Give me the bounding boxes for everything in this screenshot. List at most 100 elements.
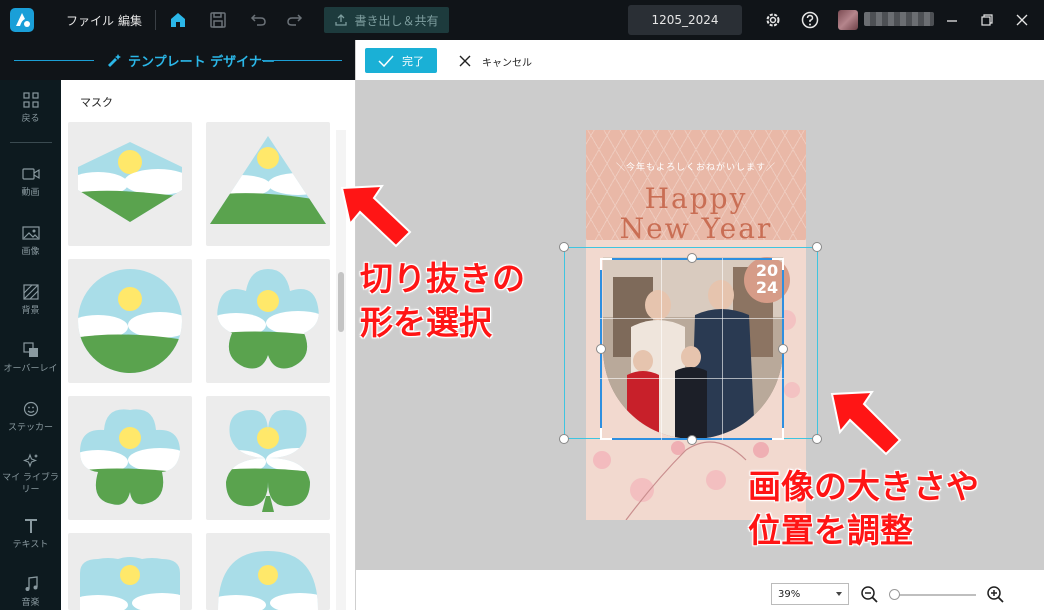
crop-handle-top[interactable] <box>687 253 697 263</box>
close-window-icon[interactable] <box>1012 10 1032 30</box>
background-icon <box>22 284 39 300</box>
music-icon <box>25 576 38 591</box>
cancel-label: キャンセル <box>482 57 532 69</box>
restore-icon[interactable] <box>977 10 997 30</box>
mask-tile-blob-flower[interactable] <box>68 396 192 520</box>
mask-panel-title: マスク <box>80 96 113 109</box>
resize-handle-tl[interactable] <box>559 242 569 252</box>
header-line-right <box>262 60 342 61</box>
upload-icon <box>335 14 348 26</box>
home-icon[interactable] <box>168 10 188 30</box>
zoom-slider-knob[interactable] <box>889 589 900 600</box>
rail-label: オーバーレイ <box>3 364 58 374</box>
minimize-icon[interactable] <box>942 10 962 30</box>
mask-tile-dome[interactable] <box>206 533 330 610</box>
checkmark-icon <box>378 54 394 67</box>
resize-handle-tr[interactable] <box>812 242 822 252</box>
rail-label: 戻る <box>21 114 40 124</box>
rail-label: 画像 <box>21 247 40 257</box>
template-designer-header: テンプレート デザイナー <box>0 40 355 80</box>
rail-item-music[interactable]: 音楽 <box>0 576 61 608</box>
annotation-adjust-line1: 画像の大きさや <box>748 467 979 506</box>
mask-scrollbar-thumb[interactable] <box>338 272 344 332</box>
menu-file[interactable]: ファイル <box>66 12 114 29</box>
red-arrow-icon <box>340 184 412 248</box>
zoom-bar <box>356 570 1044 610</box>
sparkle-brush-icon <box>108 54 121 67</box>
red-arrow-icon <box>830 390 902 456</box>
rail-label: 背景 <box>21 306 40 316</box>
resize-handle-bl[interactable] <box>559 434 569 444</box>
side-rail: 戻る 動画 画像 背景 オーバーレイ ステッカー マイ ライブラリー テキスト … <box>0 80 61 610</box>
rail-label: テキスト <box>12 540 49 550</box>
zoom-select[interactable]: 39% <box>771 583 849 605</box>
grid-line <box>722 258 723 440</box>
template-designer-title: テンプレート デザイナー <box>106 40 275 80</box>
user-avatar[interactable] <box>838 10 858 30</box>
mask-tile-hexagon[interactable] <box>68 122 192 246</box>
crop-corner-tl[interactable] <box>600 258 612 270</box>
app-window: ファイル 編集 書き出し＆共有 1205_2024 テンプレート デザイナー 戻… <box>0 0 1044 610</box>
mask-tile-triangle[interactable] <box>206 122 330 246</box>
zoom-value: 39% <box>778 588 801 600</box>
export-share-button[interactable]: 書き出し＆共有 <box>324 7 449 33</box>
zoom-in-icon[interactable] <box>986 585 1006 605</box>
settings-gear-icon[interactable] <box>763 10 783 30</box>
save-icon[interactable] <box>208 10 228 30</box>
rail-item-image[interactable]: 画像 <box>0 225 61 257</box>
text-icon <box>24 519 37 533</box>
zoom-slider-track[interactable] <box>892 594 976 596</box>
close-icon <box>459 55 471 67</box>
done-button[interactable]: 完了 <box>365 48 437 73</box>
crop-corner-bl[interactable] <box>600 428 612 440</box>
crop-handle-left[interactable] <box>596 344 606 354</box>
grid-line <box>661 258 662 440</box>
toolbar-divider <box>155 10 156 30</box>
sparkle-icon <box>22 453 38 468</box>
crop-handle-right[interactable] <box>778 344 788 354</box>
image-icon <box>21 226 40 240</box>
rail-item-text[interactable]: テキスト <box>0 518 61 550</box>
undo-icon[interactable] <box>248 10 268 30</box>
grid-line <box>600 378 784 379</box>
crop-corner-br[interactable] <box>772 428 784 440</box>
rail-label: 動画 <box>21 188 40 198</box>
mask-tile-arch[interactable] <box>68 533 192 610</box>
crop-corner-tr[interactable] <box>772 258 784 270</box>
cancel-button[interactable]: キャンセル <box>458 52 532 70</box>
redo-icon[interactable] <box>285 10 305 30</box>
mask-tile-clover[interactable] <box>206 396 330 520</box>
rail-item-background[interactable]: 背景 <box>0 284 61 316</box>
rail-label: 音楽 <box>21 598 40 608</box>
mask-tile-circle[interactable] <box>68 259 192 383</box>
rail-item-video[interactable]: 動画 <box>0 166 61 198</box>
rail-label: マイ ライブラリー <box>2 473 59 495</box>
rail-item-back[interactable]: 戻る <box>0 92 61 124</box>
title-bar: ファイル 編集 書き出し＆共有 1205_2024 <box>0 0 1044 40</box>
chevron-down-icon <box>836 592 842 596</box>
zoom-out-icon[interactable] <box>860 585 880 605</box>
annotation-select-shape-line2: 形を選択 <box>360 303 492 342</box>
help-icon[interactable] <box>800 10 820 30</box>
done-label: 完了 <box>402 54 424 68</box>
resize-handle-br[interactable] <box>812 434 822 444</box>
header-line-left <box>14 60 94 61</box>
crop-handle-bottom[interactable] <box>687 435 697 445</box>
grid-line <box>600 318 784 319</box>
image-crop-box[interactable] <box>600 258 784 440</box>
rail-item-overlay[interactable]: オーバーレイ <box>0 342 61 374</box>
app-logo-icon[interactable] <box>10 8 34 32</box>
annotation-adjust-line2: 位置を調整 <box>748 511 913 550</box>
menu-edit[interactable]: 編集 <box>118 12 142 29</box>
grid-icon <box>22 92 39 108</box>
user-name-blurred <box>864 12 934 26</box>
annotation-select-shape-line1: 切り抜きの <box>360 259 525 298</box>
rail-item-sticker[interactable]: ステッカー <box>0 401 61 433</box>
mask-tile-flower[interactable] <box>206 259 330 383</box>
rail-item-my-library[interactable]: マイ ライブラリー <box>0 453 61 496</box>
overlay-icon <box>22 342 38 357</box>
rail-label: ステッカー <box>7 423 53 433</box>
project-name[interactable]: 1205_2024 <box>628 5 742 35</box>
sticker-icon <box>23 401 38 417</box>
video-icon <box>21 168 40 180</box>
